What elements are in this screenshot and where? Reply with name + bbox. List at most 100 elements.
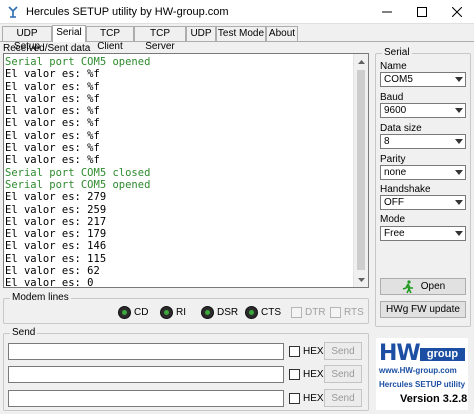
hercules-app-icon: [6, 5, 20, 19]
received-line: El valor es: 62: [5, 265, 100, 278]
mode-label: Mode: [380, 214, 406, 225]
scroll-up-icon[interactable]: [354, 54, 368, 69]
chevron-down-icon: [455, 139, 463, 144]
chevron-down-icon: [455, 231, 463, 236]
minimize-icon: [382, 11, 392, 13]
chevron-down-icon: [455, 77, 463, 82]
send-button-2[interactable]: Send: [324, 365, 362, 383]
received-line: El valor es: %f: [5, 92, 100, 105]
handshake-label: Handshake: [380, 184, 431, 195]
dtr-label: DTR: [305, 307, 326, 318]
modem-lines-group: Modem lines CD RI DSR CTS DTR RTS: [3, 292, 369, 324]
baud-value: 9600: [384, 105, 407, 116]
received-line: El valor es: %f: [5, 142, 100, 155]
received-line: Serial port COM5 closed: [5, 166, 151, 179]
ri-label: RI: [176, 307, 186, 318]
send-button-1[interactable]: Send: [324, 342, 362, 360]
logo-hw-text: HW: [379, 341, 421, 366]
send-group: Send HEX Send HEX Send HEX Send: [3, 327, 369, 411]
hex-checkbox-2[interactable]: [289, 369, 300, 380]
handshake-combo[interactable]: OFF: [380, 195, 466, 210]
logo-version: Version 3.2.8: [400, 393, 468, 405]
running-man-icon: [402, 279, 413, 293]
name-label: Name: [380, 61, 407, 72]
hex-label-1: HEX: [303, 346, 324, 357]
received-data-panel[interactable]: Serial port COM5 opened El valor es: %f El…: [3, 53, 369, 288]
logo-website: www.HW-group.com: [379, 366, 457, 375]
name-value: COM5: [384, 74, 413, 85]
logo-group-text: group: [420, 348, 465, 361]
ri-led-icon: [160, 306, 173, 319]
tab-udp-setup[interactable]: UDP Setup: [2, 26, 52, 52]
received-line: El valor es: %f: [5, 68, 100, 81]
parity-combo[interactable]: none: [380, 165, 466, 180]
received-line: El valor es: 115: [5, 252, 107, 265]
parity-label: Parity: [380, 154, 406, 165]
send-input-1[interactable]: [8, 343, 284, 360]
chevron-down-icon: [455, 108, 463, 113]
dtr-checkbox[interactable]: [291, 307, 302, 318]
send-input-3[interactable]: [8, 390, 284, 407]
parity-value: none: [384, 167, 407, 178]
cd-label: CD: [134, 307, 149, 318]
tab-strip: UDP Setup Serial TCP Client TCP Server U…: [2, 25, 298, 52]
mode-combo[interactable]: Free: [380, 226, 466, 241]
baud-label: Baud: [380, 92, 404, 103]
handshake-value: OFF: [384, 197, 404, 208]
hex-checkbox-1[interactable]: [289, 346, 300, 357]
scroll-down-icon[interactable]: [354, 272, 368, 287]
received-line: El valor es: %f: [5, 80, 100, 93]
tab-tcp-client[interactable]: TCP Client: [86, 26, 134, 52]
send-button-3[interactable]: Send: [324, 389, 362, 407]
tab-test-mode[interactable]: Test Mode: [216, 26, 266, 41]
received-line: El valor es: 0: [5, 277, 94, 288]
serial-settings-title: Serial: [382, 47, 412, 58]
received-line: El valor es: 146: [5, 240, 107, 253]
data-size-label: Data size: [380, 123, 422, 134]
title-bar: Hercules SETUP utility by HW-group.com: [0, 0, 474, 24]
received-line: El valor es: %f: [5, 129, 100, 142]
hex-label-3: HEX: [303, 393, 324, 404]
received-line: El valor es: %f: [5, 105, 100, 118]
send-input-2[interactable]: [8, 366, 284, 383]
received-line: El valor es: 259: [5, 203, 107, 216]
received-line: Serial port COM5 opened: [5, 178, 151, 191]
cd-led-icon: [118, 306, 131, 319]
received-line: El valor es: 279: [5, 191, 107, 204]
received-line: Serial port COM5 opened: [5, 56, 151, 68]
cts-label: CTS: [261, 307, 281, 318]
cts-led-icon: [245, 306, 258, 319]
tab-tcp-server[interactable]: TCP Server: [134, 26, 186, 52]
scrollbar-thumb[interactable]: [357, 70, 365, 270]
send-title: Send: [10, 327, 38, 338]
minimize-button[interactable]: [370, 0, 404, 24]
data-size-combo[interactable]: 8: [380, 134, 466, 149]
modem-lines-title: Modem lines: [10, 292, 71, 303]
open-button-label: Open: [420, 281, 446, 292]
hw-group-logo: HW group www.HW-group.com Hercules SETUP…: [376, 338, 468, 410]
close-icon: [452, 7, 462, 17]
dsr-led-icon: [201, 306, 214, 319]
baud-combo[interactable]: 9600: [380, 103, 466, 118]
data-size-value: 8: [384, 136, 390, 147]
window-title: Hercules SETUP utility by HW-group.com: [26, 6, 229, 18]
received-line: El valor es: 179: [5, 228, 107, 241]
received-line: El valor es: %f: [5, 117, 100, 130]
name-combo[interactable]: COM5: [380, 72, 466, 87]
mode-value: Free: [384, 228, 405, 239]
logo-product-name: Hercules SETUP utility: [379, 380, 466, 389]
chevron-down-icon: [455, 170, 463, 175]
received-data-lines: Serial port COM5 opened El valor es: %f El…: [5, 56, 355, 288]
tab-udp[interactable]: UDP: [186, 26, 216, 41]
hex-label-2: HEX: [303, 369, 324, 380]
close-button[interactable]: [440, 0, 474, 24]
tab-serial[interactable]: Serial: [52, 25, 86, 42]
hex-checkbox-3[interactable]: [289, 393, 300, 404]
open-button[interactable]: Open: [380, 278, 466, 295]
hwg-fw-update-button[interactable]: HWg FW update: [380, 301, 466, 318]
maximize-button[interactable]: [405, 0, 439, 24]
received-data-scrollbar[interactable]: [353, 54, 368, 287]
rts-checkbox[interactable]: [330, 307, 341, 318]
chevron-down-icon: [455, 200, 463, 205]
tab-about[interactable]: About: [266, 26, 298, 41]
